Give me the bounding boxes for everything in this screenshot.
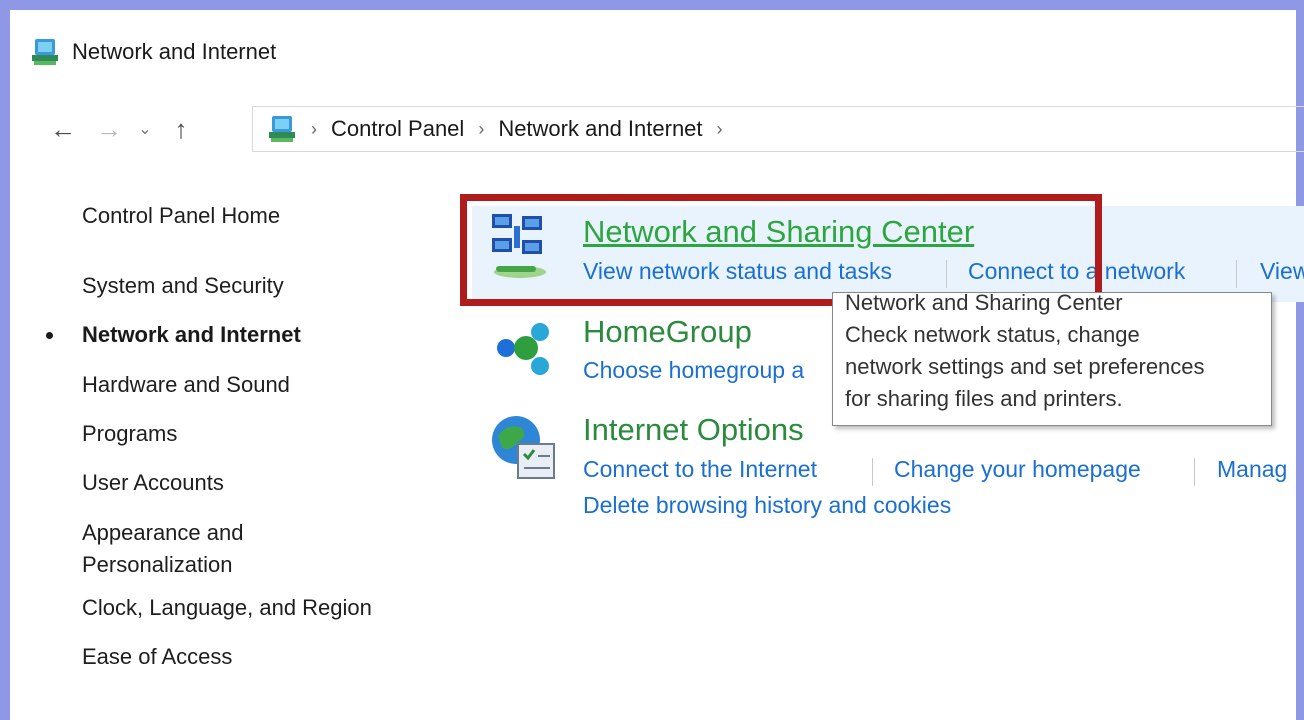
breadcrumb-network-and-internet[interactable]: Network and Internet — [498, 116, 702, 142]
sidebar-item-network-and-internet: Network and Internet — [46, 319, 301, 351]
highlight-annotation-box — [460, 194, 1102, 306]
sidebar-item-hardware-and-sound[interactable]: Hardware and Sound — [82, 369, 290, 401]
sidebar-item-programs[interactable]: Programs — [82, 418, 177, 450]
homegroup-link[interactable]: HomeGroup — [583, 314, 752, 350]
up-button[interactable]: ↑ — [158, 106, 204, 152]
breadcrumb-control-panel[interactable]: Control Panel — [331, 116, 464, 142]
active-bullet — [46, 332, 53, 339]
location-icon — [269, 116, 295, 142]
sidebar-item-user-accounts[interactable]: User Accounts — [82, 467, 224, 499]
view-link-truncated[interactable]: View — [1260, 258, 1304, 285]
sidebar-item-control-panel-home[interactable]: Control Panel Home — [82, 200, 280, 232]
breadcrumb-separator[interactable]: › — [478, 119, 484, 140]
breadcrumb-separator: › — [311, 118, 317, 139]
task-separator — [872, 458, 873, 486]
tooltip-line: for sharing files and printers. — [845, 386, 1123, 411]
chevron-down-icon: ⌄ — [138, 121, 152, 138]
navigation-bar: ← → ⌄ ↑ — [40, 106, 204, 152]
homegroup-icon — [497, 323, 549, 375]
tooltip-line: network settings and set preferences — [845, 354, 1205, 379]
arrow-left-icon: ← — [50, 113, 76, 144]
back-button[interactable]: ← — [40, 106, 86, 152]
internet-options-icon — [492, 416, 555, 479]
task-separator — [1194, 458, 1195, 486]
window-title: Network and Internet — [72, 39, 277, 64]
tooltip-title: Network and Sharing Center — [845, 292, 1123, 315]
sidebar-item-label: Network and Internet — [82, 322, 301, 347]
forward-button[interactable]: → — [86, 106, 132, 152]
window-frame: Network and Internet ← → ⌄ ↑ › Control P… — [0, 0, 1304, 720]
sidebar-item-label: Appearance and — [82, 520, 244, 545]
arrow-up-icon: ↑ — [174, 113, 188, 144]
tooltip: Network and Sharing Center Check network… — [832, 292, 1272, 426]
task-separator — [1236, 260, 1237, 288]
tooltip-line: Check network status, change — [845, 322, 1140, 347]
sidebar-item-ease-of-access[interactable]: Ease of Access — [82, 641, 232, 673]
address-bar[interactable]: › Control Panel › Network and Internet › — [252, 106, 1304, 152]
internet-options-link[interactable]: Internet Options — [583, 412, 804, 448]
recent-locations-button[interactable]: ⌄ — [132, 106, 158, 152]
title-bar: Network and Internet — [30, 32, 276, 72]
choose-homegroup-link[interactable]: Choose homegroup a — [583, 357, 804, 384]
breadcrumb-separator[interactable]: › — [717, 119, 723, 140]
control-panel-icon — [32, 39, 58, 65]
sidebar-item-system-and-security[interactable]: System and Security — [82, 270, 284, 302]
manage-link-truncated[interactable]: Manag — [1217, 456, 1287, 483]
arrow-right-icon: → — [96, 113, 122, 144]
delete-browsing-history-link[interactable]: Delete browsing history and cookies — [583, 492, 951, 519]
change-homepage-link[interactable]: Change your homepage — [894, 456, 1141, 483]
sidebar-item-label-line2: Personalization — [82, 552, 233, 577]
sidebar-item-appearance[interactable]: Appearance and Personalization — [82, 517, 243, 581]
sidebar-item-clock-language-region[interactable]: Clock, Language, and Region — [82, 592, 372, 624]
connect-to-internet-link[interactable]: Connect to the Internet — [583, 456, 817, 483]
